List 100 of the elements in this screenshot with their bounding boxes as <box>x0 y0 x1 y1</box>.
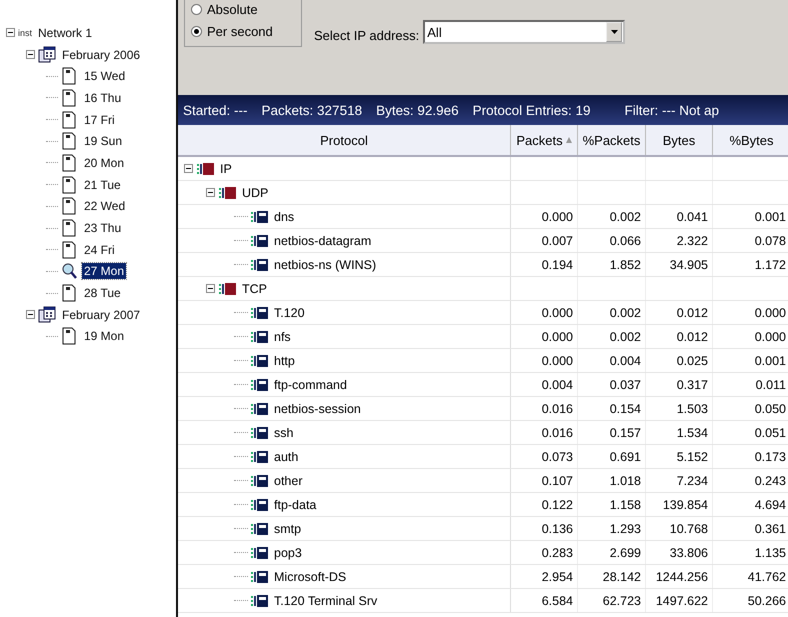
table-cell: 2.954 <box>542 570 573 584</box>
document-icon <box>60 197 78 216</box>
tree-item[interactable]: 20 Mon <box>82 154 126 171</box>
table-cell: 1.135 <box>754 546 786 560</box>
table-cell: 0.050 <box>754 402 786 416</box>
table-cell: 50.266 <box>748 594 786 608</box>
tree-item[interactable]: 15 Wed <box>82 68 128 84</box>
protocol-name[interactable]: TCP <box>242 282 267 296</box>
protocol-name[interactable]: Microsoft-DS <box>274 570 346 584</box>
protocol-name[interactable]: T.120 Terminal Srv <box>274 594 378 608</box>
document-icon <box>60 327 78 346</box>
table-cell: 0.007 <box>542 234 573 248</box>
ip-dropdown[interactable]: All <box>423 20 626 44</box>
table-cell: 2.699 <box>610 546 641 560</box>
table-cell: 0.004 <box>610 354 641 368</box>
column-header[interactable]: Packets <box>511 125 578 155</box>
tree-item[interactable]: Network 1 <box>36 24 94 41</box>
protocol-name[interactable]: UDP <box>242 186 268 200</box>
table-cell: 0.173 <box>754 450 786 464</box>
tree-item[interactable]: 19 Sun <box>82 133 124 150</box>
radio-option[interactable]: Per second <box>191 22 295 40</box>
document-icon <box>60 284 78 302</box>
tree-item[interactable]: 21 Tue <box>82 176 123 193</box>
table-cell: 0.012 <box>676 306 708 320</box>
protocol-name[interactable]: nfs <box>274 330 291 344</box>
table-cell: 0.000 <box>542 306 573 320</box>
table-cell: 1.503 <box>676 402 708 416</box>
summary-text: Protocol Entries: 19 <box>472 102 590 118</box>
magnifier-icon <box>60 262 78 280</box>
table-cell: 0.078 <box>754 234 786 248</box>
calendar-icon <box>38 306 56 324</box>
expander-icon[interactable] <box>206 188 215 197</box>
tree-item[interactable]: February 2007 <box>60 306 142 323</box>
table-cell: 4.694 <box>754 498 786 512</box>
table-cell: 0.066 <box>610 234 641 248</box>
column-header[interactable]: Bytes <box>646 125 713 155</box>
expander-icon[interactable] <box>6 28 15 38</box>
protocol-icon <box>250 330 268 342</box>
protocol-icon <box>250 594 268 606</box>
protocol-name[interactable]: pop3 <box>274 546 302 560</box>
table-cell: 28.142 <box>602 570 641 584</box>
tree-item[interactable]: 23 Thu <box>82 220 124 236</box>
table-cell: 0.691 <box>610 450 641 464</box>
table-cell: 10.768 <box>670 522 708 536</box>
table-cell: 0.194 <box>542 258 573 272</box>
tree-item[interactable]: 17 Fri <box>82 112 117 128</box>
tree-item[interactable]: 24 Fri <box>82 242 117 258</box>
table-cell: 0.016 <box>542 402 573 416</box>
protocol-name[interactable]: auth <box>274 450 298 464</box>
protocol-icon <box>250 354 268 366</box>
protocol-name[interactable]: ssh <box>274 426 294 440</box>
table-cell: 34.905 <box>670 258 708 272</box>
protocol-name[interactable]: smtp <box>274 522 302 536</box>
protocol-name[interactable]: netbios-datagram <box>274 234 372 248</box>
tree-item[interactable]: February 2006 <box>60 46 142 63</box>
radio-option[interactable]: Absolute <box>191 0 295 18</box>
protocol-icon <box>250 378 268 390</box>
table-cell: 0.107 <box>542 474 573 488</box>
group-icon <box>218 186 236 198</box>
table-cell: 0.317 <box>676 378 708 392</box>
document-icon <box>60 67 78 86</box>
table-cell: 1.158 <box>610 498 641 512</box>
tree-prefix: inst <box>18 28 32 38</box>
tree-item[interactable]: 28 Tue <box>82 285 123 302</box>
protocol-icon <box>250 306 268 318</box>
table-cell: 0.000 <box>754 330 786 344</box>
table-cell: 0.025 <box>676 354 708 368</box>
column-header[interactable]: %Bytes <box>713 125 788 155</box>
protocol-name[interactable]: other <box>274 474 302 488</box>
tree-item[interactable]: 16 Thu <box>82 90 124 106</box>
table-cell: 0.001 <box>754 210 786 224</box>
protocol-name[interactable]: ftp-data <box>274 498 316 512</box>
expander-icon[interactable] <box>26 310 35 320</box>
protocol-name[interactable]: T.120 <box>274 306 305 320</box>
document-icon <box>60 88 78 107</box>
table-cell: 1497.622 <box>656 594 708 608</box>
expander-icon[interactable] <box>26 50 35 60</box>
protocol-name[interactable]: netbios-ns (WINS) <box>274 258 376 272</box>
summary-text: Filter: --- Not ap <box>624 102 719 118</box>
tree-item[interactable]: 19 Mon <box>82 328 126 344</box>
caret-icon <box>610 30 618 34</box>
column-header[interactable]: %Packets <box>578 125 646 155</box>
table-cell: 41.762 <box>748 570 786 584</box>
table-cell: 0.136 <box>542 522 573 536</box>
table-cell: 0.000 <box>754 306 786 320</box>
table-cell: 0.037 <box>610 378 641 392</box>
table-cell: 0.002 <box>610 330 641 344</box>
table-cell: 0.011 <box>756 378 786 392</box>
protocol-name[interactable]: http <box>274 354 295 368</box>
sort-icon <box>566 137 572 143</box>
protocol-name[interactable]: IP <box>220 162 232 176</box>
protocol-name[interactable]: netbios-session <box>274 402 361 416</box>
expander-icon[interactable] <box>206 284 215 293</box>
expander-icon[interactable] <box>184 164 193 173</box>
protocol-name[interactable]: dns <box>274 210 294 224</box>
document-icon <box>60 240 78 259</box>
column-header[interactable]: Protocol <box>178 125 511 155</box>
protocol-name[interactable]: ftp-command <box>274 378 347 392</box>
tree-item[interactable]: 27 Mon <box>82 263 126 280</box>
tree-item[interactable]: 22 Wed <box>82 198 128 214</box>
